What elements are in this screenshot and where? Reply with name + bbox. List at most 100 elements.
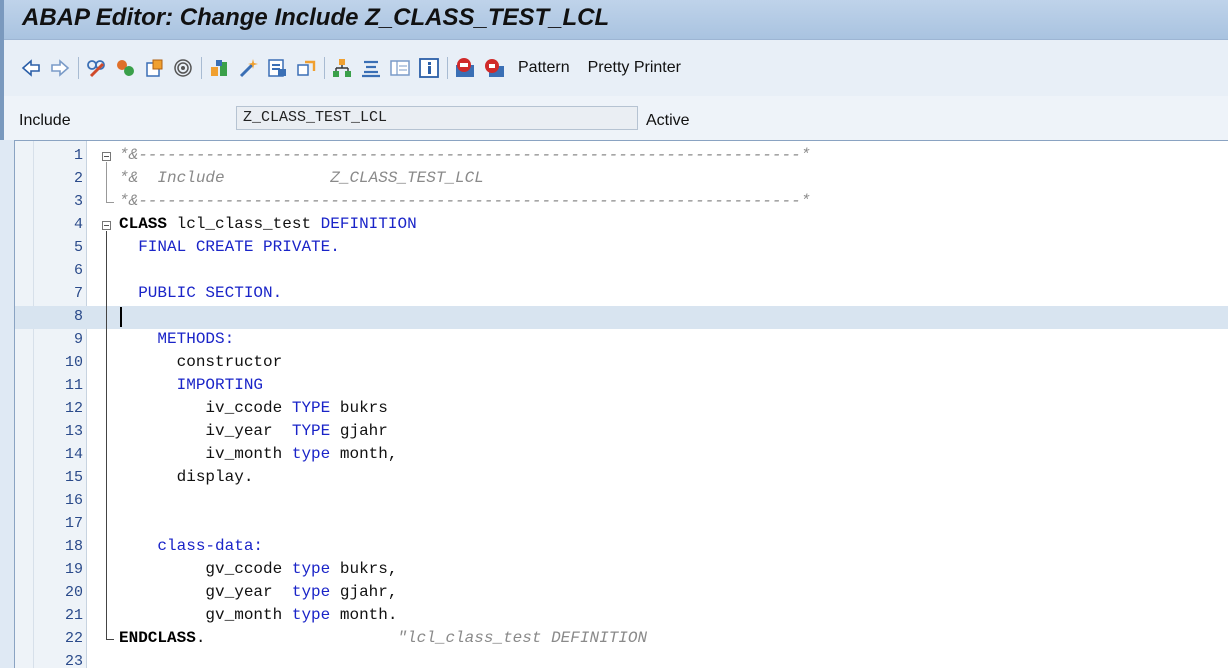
code-line[interactable]: 8 [15,306,1228,329]
line-number: 19 [64,561,83,578]
back-arrow-icon[interactable] [20,57,42,79]
code-line[interactable]: 9 METHODS: [15,329,1228,352]
code-line[interactable]: 5 FINAL CREATE PRIVATE. [15,237,1228,260]
hierarchy-icon[interactable] [331,57,353,79]
code-line[interactable]: 6 [15,260,1228,283]
code-text[interactable]: gv_ccode type bukrs, [119,560,397,578]
code-text[interactable]: ENDCLASS. "lcl_class_test DEFINITION [119,629,647,647]
navigate-icon[interactable] [295,57,317,79]
line-number: 12 [64,400,83,417]
code-text[interactable]: *& Include Z_CLASS_TEST_LCL [119,169,484,187]
code-line[interactable]: 3 *&-------------------------------------… [15,191,1228,214]
fold-toggle-icon[interactable] [102,152,111,161]
code-text[interactable]: METHODS: [119,330,234,348]
include-name-field[interactable]: Z_CLASS_TEST_LCL [236,106,638,130]
code-text[interactable]: FINAL CREATE PRIVATE. [119,238,340,256]
code-text[interactable]: CLASS lcl_class_test DEFINITION [119,215,417,233]
code-line[interactable]: 7 PUBLIC SECTION. [15,283,1228,306]
line-number: 11 [64,377,83,394]
line-number: 21 [64,607,83,624]
line-number: 3 [73,193,83,210]
code-text[interactable]: gv_month type month. [119,606,397,624]
code-text[interactable]: PUBLIC SECTION. [119,284,282,302]
application-toolbar: Pattern Pretty Printer [0,40,1228,96]
line-number: 4 [73,216,83,233]
other-object-icon[interactable] [143,57,165,79]
line-number: 15 [64,469,83,486]
code-line[interactable]: 19 gv_ccode type bukrs, [15,559,1228,582]
status-label: Active [646,112,690,129]
toolbar-separator [324,57,325,79]
magic-wand-icon[interactable] [237,57,259,79]
window-title: ABAP Editor: Change Include Z_CLASS_TEST… [22,4,610,31]
fold-toggle-icon[interactable] [102,221,111,230]
title-bar-edge [0,0,4,40]
code-text[interactable]: iv_month type month, [119,445,397,463]
code-editor[interactable]: 1 *&-------------------------------------… [14,140,1228,668]
text-cursor [120,307,122,327]
code-line[interactable]: 14 iv_month type month, [15,444,1228,467]
code-line[interactable]: 20 gv_year type gjahr, [15,582,1228,605]
pattern-button[interactable]: Pattern [518,59,570,77]
test-icon[interactable] [454,57,476,79]
line-number: 8 [73,308,83,325]
code-text[interactable]: display. [119,468,254,486]
code-text[interactable]: iv_year TYPE gjahr [119,422,387,440]
code-line[interactable]: 1 *&-------------------------------------… [15,145,1228,168]
code-text[interactable]: iv_ccode TYPE bukrs [119,399,387,417]
toolbar-row: Pattern Pretty Printer [20,54,693,82]
fold-guide-end [106,202,114,203]
debug-icon[interactable] [483,57,505,79]
line-number: 20 [64,584,83,601]
code-text[interactable]: class-data: [119,537,263,555]
code-line[interactable]: 23 [15,651,1228,668]
code-line[interactable]: 16 [15,490,1228,513]
fold-guide-end [106,639,114,640]
forward-arrow-icon[interactable] [49,57,71,79]
code-line[interactable]: 15 display. [15,467,1228,490]
code-line[interactable]: 18 class-data: [15,536,1228,559]
include-label: Include [19,112,71,129]
toolbar-separator [78,57,79,79]
code-line[interactable]: 22 ENDCLASS. "lcl_class_test DEFINITION [15,628,1228,651]
stack-icon[interactable] [360,57,382,79]
code-line[interactable]: 2 *& Include Z_CLASS_TEST_LCL [15,168,1228,191]
line-number: 18 [64,538,83,555]
line-number: 5 [73,239,83,256]
code-line[interactable]: 10 constructor [15,352,1228,375]
line-number: 1 [73,147,83,164]
code-text[interactable]: constructor [119,353,283,371]
code-text[interactable]: gv_year type gjahr, [119,583,397,601]
line-number: 14 [64,446,83,463]
include-info-bar: Include Z_CLASS_TEST_LCL Active [0,96,1228,140]
line-number: 2 [73,170,83,187]
code-text[interactable]: *&--------------------------------------… [119,192,810,210]
code-text[interactable]: IMPORTING [119,376,263,394]
line-number: 7 [73,285,83,302]
info-icon[interactable] [418,57,440,79]
display-object-list-icon[interactable] [266,57,288,79]
fold-guide-line [106,231,107,639]
code-line[interactable]: 11 IMPORTING [15,375,1228,398]
toolbar-separator [447,57,448,79]
code-line[interactable]: 12 iv_ccode TYPE bukrs [15,398,1228,421]
line-number: 16 [64,492,83,509]
code-line[interactable]: 4 CLASS lcl_class_test DEFINITION [15,214,1228,237]
code-line[interactable]: 17 [15,513,1228,536]
where-used-icon[interactable] [172,57,194,79]
code-line[interactable]: 13 iv_year TYPE gjahr [15,421,1228,444]
activate-icon[interactable] [114,57,136,79]
display-change-icon[interactable] [85,57,107,79]
check-icon[interactable] [208,57,230,79]
line-number: 23 [64,653,83,668]
line-number: 17 [64,515,83,532]
code-line[interactable]: 21 gv_month type month. [15,605,1228,628]
line-number: 13 [64,423,83,440]
line-number: 9 [73,331,83,348]
line-number: 22 [64,630,83,647]
title-bar: ABAP Editor: Change Include Z_CLASS_TEST… [0,0,1228,40]
line-number: 10 [64,354,83,371]
code-text[interactable]: *&--------------------------------------… [119,146,810,164]
layout-icon[interactable] [389,57,411,79]
pretty-printer-button[interactable]: Pretty Printer [588,59,681,77]
